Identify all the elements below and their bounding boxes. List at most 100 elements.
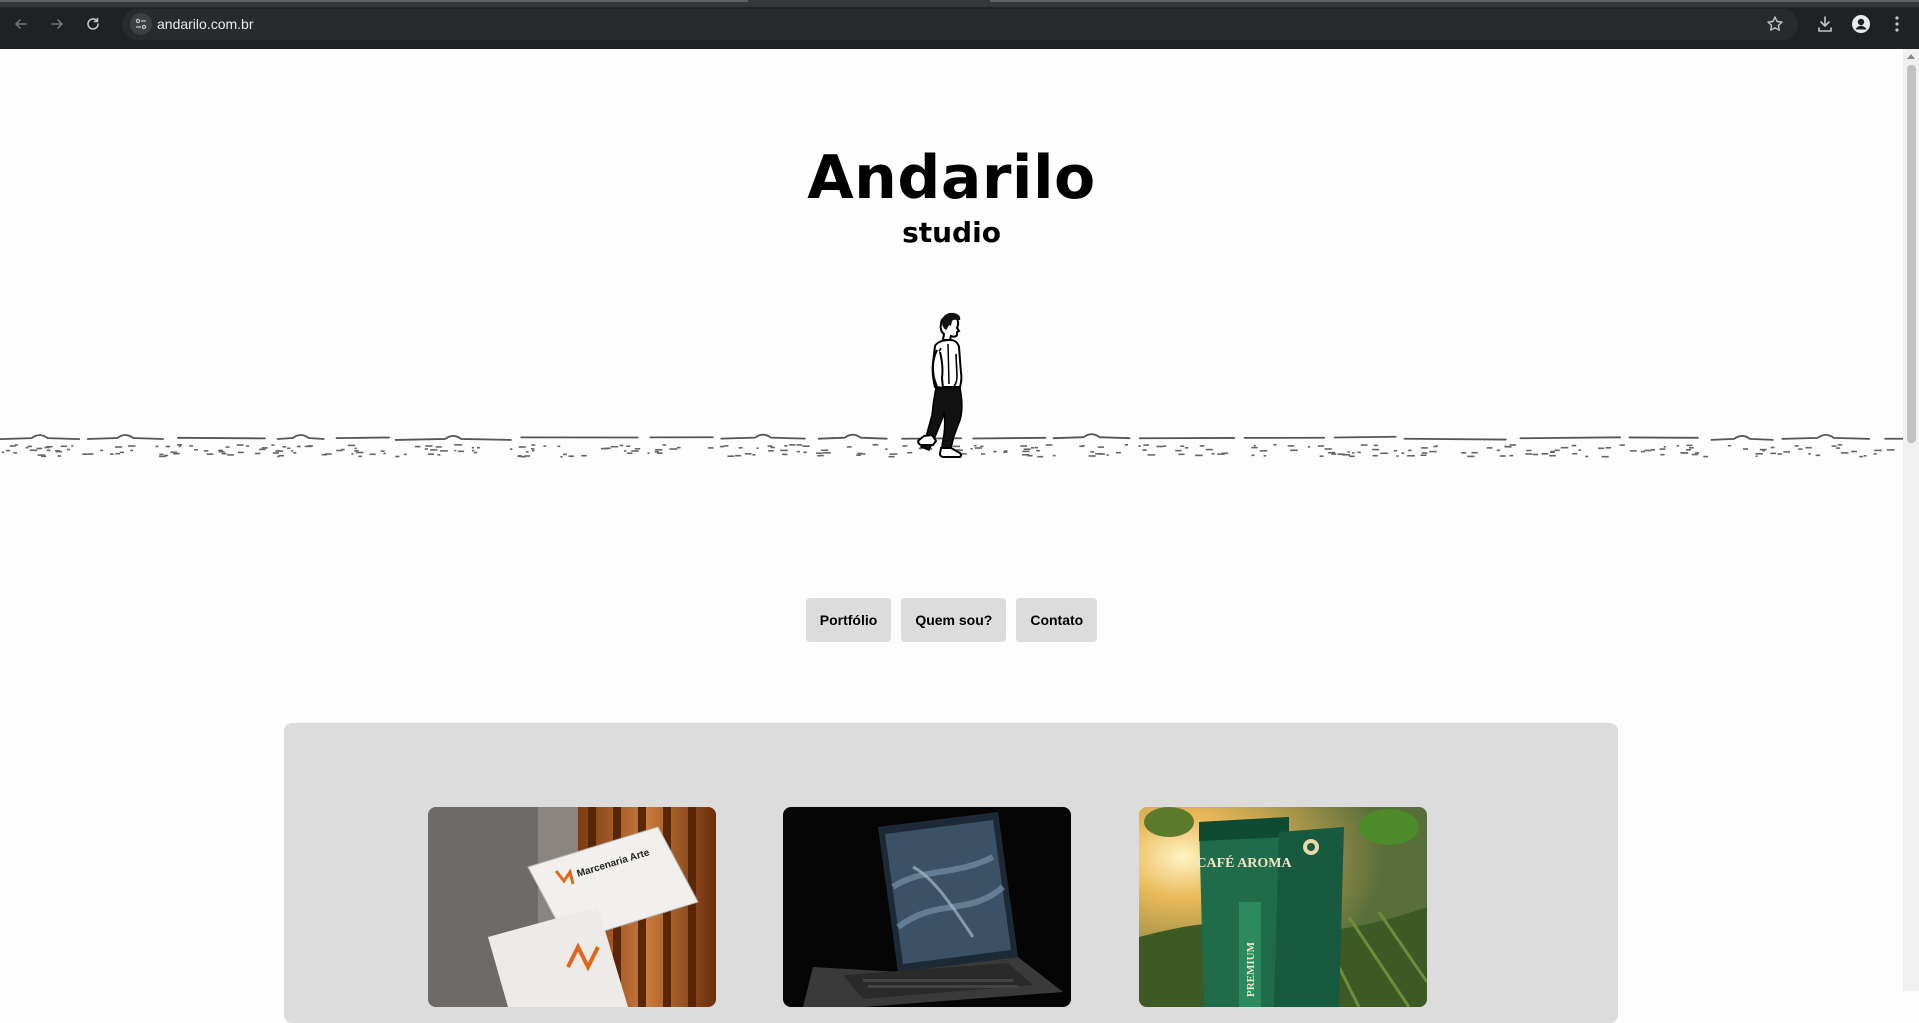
gravel-dot [358, 456, 361, 458]
bookmark-star-icon[interactable] [1766, 15, 1784, 37]
gravel-dot [1510, 455, 1514, 457]
gravel-dot [472, 447, 474, 449]
gravel-dot [518, 455, 521, 457]
gravel-dot [351, 453, 353, 455]
gravel-dot [1116, 452, 1121, 454]
gravel-dot [863, 453, 865, 455]
gravel-dot [1260, 450, 1267, 452]
gravel-dot [1290, 450, 1298, 452]
gravel-dot [283, 446, 287, 448]
tab-strip [0, 0, 1919, 7]
gravel-dot [1429, 451, 1437, 453]
gravel-dot [1394, 450, 1397, 452]
gravel-dot [1206, 449, 1213, 451]
hero-title: Andarilo [0, 143, 1903, 213]
gravel-dot [728, 455, 735, 457]
download-icon[interactable] [1815, 14, 1835, 34]
ground-stroke [819, 435, 887, 439]
gravel-dot [1526, 450, 1531, 452]
gravel-dot [1686, 449, 1691, 451]
gravel-dot [1743, 448, 1748, 450]
gravel-dot [28, 446, 32, 448]
gravel-dot [381, 450, 385, 452]
gravel-dot [1099, 453, 1105, 455]
gravel-dot [563, 454, 567, 456]
gravel-dot [1510, 444, 1517, 446]
scroll-up-arrow-icon[interactable] [1907, 54, 1915, 59]
nav-about-button[interactable]: Quem sou? [901, 598, 1006, 642]
gravel-dot [521, 456, 526, 458]
gravel-dot [1325, 448, 1332, 450]
gravel-dot [354, 450, 359, 452]
gravel-dot [454, 444, 462, 446]
gravel-dot [1756, 455, 1758, 457]
gravel-dot [1079, 446, 1083, 448]
gravel-dot [627, 452, 632, 454]
scrollbar-thumb[interactable] [1907, 65, 1916, 443]
gravel-dot [159, 456, 166, 458]
gravel-dot [322, 454, 328, 456]
gravel-dot [1798, 448, 1802, 450]
gravel-dot [821, 450, 828, 452]
gravel-dot [1533, 454, 1538, 456]
gravel-dot [305, 446, 312, 448]
gravel-dot [194, 449, 198, 451]
gravel-dot [6, 450, 10, 452]
gravel-dot [1098, 446, 1104, 448]
gravel-dot [1217, 453, 1225, 455]
address-bar[interactable]: andarilo.com.br [122, 9, 1798, 40]
gravel-dot [1873, 453, 1876, 455]
menu-dots-icon[interactable] [1887, 14, 1907, 34]
gravel-dot [1401, 452, 1404, 454]
back-arrow-icon[interactable] [11, 14, 31, 34]
gravel-dot [635, 448, 640, 450]
gravel-dot [768, 450, 774, 452]
tab-indicator [0, 0, 748, 2]
ground-stroke [396, 436, 511, 440]
gravel-dot [1644, 450, 1651, 452]
nav-portfolio-button[interactable]: Portfólio [806, 598, 892, 642]
portfolio-card-marcenaria[interactable]: Marcenaria Arte [428, 807, 716, 1007]
ground-stroke [1711, 436, 1772, 440]
gravel-dot [428, 453, 434, 455]
gravel-dot [1770, 453, 1776, 455]
gravel-dot [173, 453, 180, 455]
gravel-dot [971, 448, 973, 450]
gravel-dot [1408, 450, 1412, 452]
gravel-dot [1022, 451, 1029, 453]
gravel-dot [1808, 453, 1811, 455]
gravel-dot [271, 444, 274, 446]
gravel-dot [1467, 456, 1474, 458]
gravel-dot [1195, 455, 1203, 457]
gravel-dot [1687, 445, 1693, 447]
gravel-dot [1703, 456, 1708, 458]
forward-arrow-icon[interactable] [47, 14, 67, 34]
url-text[interactable]: andarilo.com.br [157, 16, 254, 32]
gravel-dot [437, 454, 440, 456]
gravel-dot [436, 446, 442, 448]
profile-icon[interactable] [1851, 14, 1871, 34]
gravel-dot [255, 453, 261, 455]
gravel-dot [1762, 450, 1765, 452]
nav-contact-button[interactable]: Contato [1016, 598, 1097, 642]
gravel-dot [1598, 448, 1604, 450]
gravel-dot [1320, 455, 1324, 457]
gravel-dot [631, 450, 638, 452]
gravel-dot [1602, 456, 1609, 458]
gravel-dot [1606, 447, 1612, 449]
reload-icon[interactable] [83, 14, 103, 34]
tab-indicator [990, 0, 1919, 2]
gravel-dot [262, 447, 268, 449]
gravel-dot [624, 450, 627, 452]
gravel-dot [847, 446, 852, 448]
walking-man-figure [918, 313, 962, 457]
gravel-dot [207, 453, 214, 455]
gravel-dot [1887, 449, 1895, 451]
ground-stroke [0, 435, 79, 439]
page-scrollbar[interactable] [1903, 49, 1919, 991]
site-settings-icon[interactable] [130, 13, 152, 35]
portfolio-card-cafe-aroma[interactable]: CAFÉ AROMA PREMIUM [1139, 807, 1427, 1007]
gravel-dot [823, 452, 831, 454]
portfolio-card-laptop[interactable] [783, 807, 1071, 1007]
gravel-dot [975, 447, 982, 449]
